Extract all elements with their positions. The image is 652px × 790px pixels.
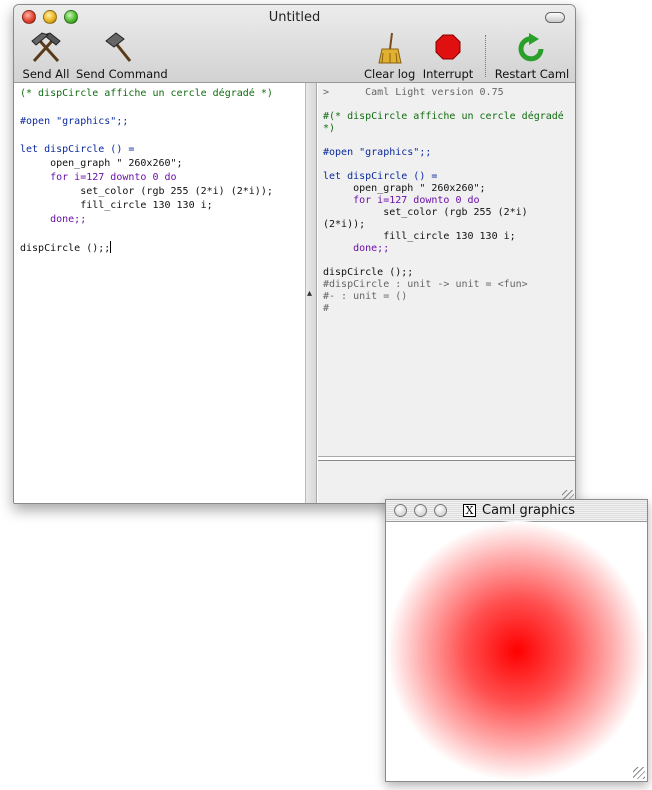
send-all-button[interactable]: Send All xyxy=(20,31,72,81)
graphics-zoom-button[interactable] xyxy=(434,504,447,517)
graphics-title-bar[interactable]: X Caml graphics xyxy=(386,500,647,522)
console-line: open_graph " 260x260"; xyxy=(323,183,486,194)
console-line: #open "graphics";; xyxy=(323,147,432,158)
editor-line: (* dispCircle affiche un cercle dégradé … xyxy=(20,88,273,99)
send-all-label: Send All xyxy=(22,67,70,81)
editor-line: done;; xyxy=(20,214,87,225)
console-line: dispCircle ();; xyxy=(323,267,414,278)
text-cursor xyxy=(110,241,112,253)
interrupt-button[interactable]: Interrupt xyxy=(422,31,474,81)
graphics-minimize-button[interactable] xyxy=(414,504,427,517)
editor-code[interactable]: (* dispCircle affiche un cercle dégradé … xyxy=(20,87,273,256)
console-line: fill_circle 130 130 i; xyxy=(323,231,516,242)
title-bar[interactable]: Untitled xyxy=(14,5,575,29)
gradient-circle xyxy=(387,521,647,781)
console-line: > Caml Light version 0.75 xyxy=(323,87,504,98)
interrupt-label: Interrupt xyxy=(422,67,474,81)
console-line: set_color (rgb 255 (2*i) xyxy=(323,207,528,218)
console-line: (2*i)); xyxy=(323,219,366,230)
graphics-window: X Caml graphics xyxy=(385,499,648,782)
editor-line: dispCircle ();; xyxy=(20,243,111,254)
send-command-button[interactable]: Send Command xyxy=(76,31,168,81)
graphics-close-button[interactable] xyxy=(394,504,407,517)
console-line: #dispCircle : unit -> unit = <fun> xyxy=(323,279,528,290)
editor-line: let dispCircle () = xyxy=(20,144,135,155)
hammers-icon xyxy=(31,32,61,63)
toolbar: Untitled Send All Send Command Clear log… xyxy=(14,5,575,83)
stop-sign-icon xyxy=(435,34,461,60)
hammer-icon xyxy=(105,32,132,62)
editor-line: set_color (rgb 255 (2*i) (2*i)); xyxy=(20,186,273,197)
graphics-canvas xyxy=(386,521,647,781)
restart-caml-label: Restart Caml xyxy=(494,67,570,81)
editor-line: open_graph " 260x260"; xyxy=(20,158,183,169)
console-line: let dispCircle () = xyxy=(323,171,438,182)
console-line: done;; xyxy=(323,243,390,254)
toolbar-separator xyxy=(485,35,486,77)
toolbar-toggle-button[interactable] xyxy=(545,12,565,23)
broom-icon xyxy=(378,32,402,64)
console-line: #(* dispCircle affiche un cercle dégradé xyxy=(323,111,564,122)
graphics-window-title: Caml graphics xyxy=(482,503,576,518)
clear-log-button[interactable]: Clear log xyxy=(364,31,416,81)
send-command-label: Send Command xyxy=(76,67,168,81)
console-log: > Caml Light version 0.75 #(* dispCircle… xyxy=(318,83,575,457)
chevron-up-icon: ▴ xyxy=(307,288,313,299)
editor-line: #open "graphics";; xyxy=(20,116,129,127)
console-text: > Caml Light version 0.75 #(* dispCircle… xyxy=(323,87,564,315)
editor-line: for i=127 downto 0 do xyxy=(20,172,177,183)
console-input[interactable] xyxy=(318,460,575,503)
editor-line: fill_circle 130 130 i; xyxy=(20,200,213,211)
restart-arrow-icon xyxy=(518,33,544,62)
console-line: for i=127 downto 0 do xyxy=(323,195,480,206)
clear-log-label: Clear log xyxy=(364,67,416,81)
console-line: #- : unit = () xyxy=(323,291,408,302)
window-title: Untitled xyxy=(268,10,321,25)
main-window: Untitled Send All Send Command Clear log… xyxy=(13,4,576,504)
pane-splitter[interactable]: ▴ xyxy=(306,83,317,503)
source-editor[interactable]: (* dispCircle affiche un cercle dégradé … xyxy=(14,83,306,503)
console-line: # xyxy=(323,303,330,314)
console-line: *) xyxy=(323,123,336,134)
restart-caml-button[interactable]: Restart Caml xyxy=(494,31,570,81)
graphics-resize-grip[interactable] xyxy=(633,767,645,779)
x11-icon: X xyxy=(463,504,476,517)
